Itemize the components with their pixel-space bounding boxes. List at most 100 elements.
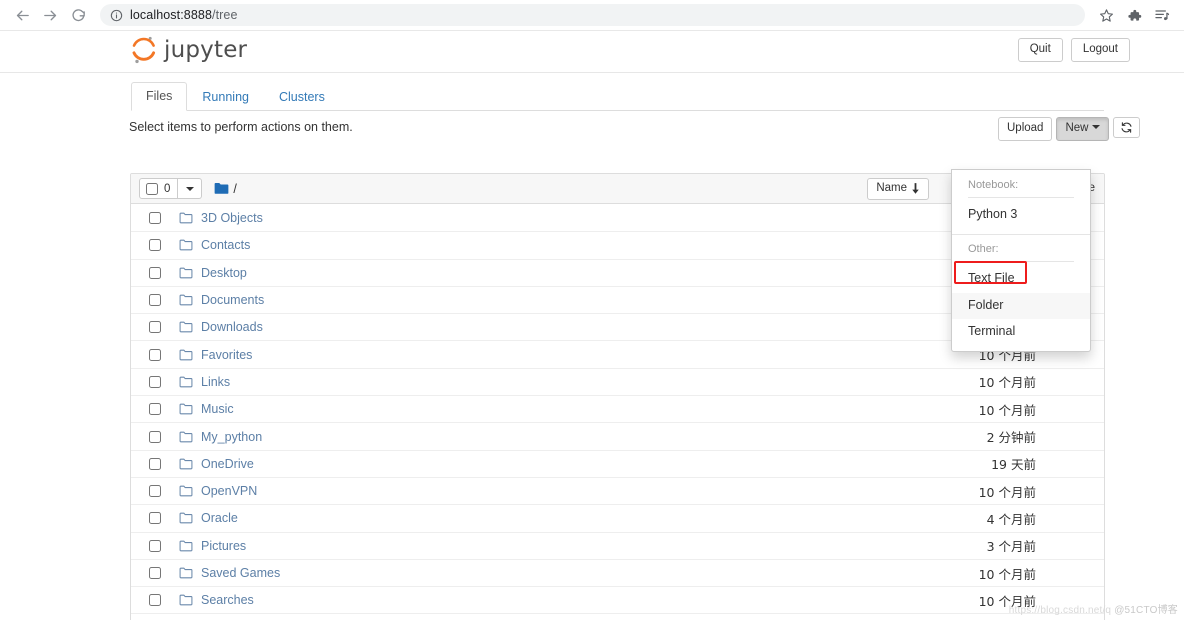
row-checkbox[interactable] [149, 239, 161, 252]
file-modified-time: 10 个月前 [978, 402, 1036, 418]
tab-clusters[interactable]: Clusters [264, 83, 340, 111]
select-all-group: 0 [139, 178, 203, 199]
menu-item-terminal[interactable]: Terminal [952, 319, 1090, 346]
puzzle-piece-icon[interactable] [1121, 2, 1147, 28]
tab-files[interactable]: Files [131, 82, 188, 111]
row-checkbox[interactable] [149, 294, 161, 307]
address-bar[interactable]: localhost:8888/tree [100, 4, 1085, 26]
row-checkbox[interactable] [149, 321, 161, 334]
row-checkbox[interactable] [149, 539, 161, 552]
folder-icon [179, 567, 193, 579]
new-dropdown-button[interactable]: New [1056, 117, 1110, 141]
row-checkbox[interactable] [149, 594, 161, 607]
chevron-down-icon [185, 186, 194, 191]
forward-arrow-icon[interactable] [36, 1, 64, 29]
folder-icon [179, 403, 193, 415]
quit-button[interactable]: Quit [1017, 38, 1063, 62]
back-arrow-icon[interactable] [8, 1, 36, 29]
folder-icon [179, 239, 193, 251]
breadcrumb[interactable]: / [214, 182, 237, 196]
file-modified-time: 10 个月前 [978, 375, 1036, 391]
row-checkbox[interactable] [149, 567, 161, 579]
row-checkbox[interactable] [149, 485, 161, 498]
menu-item-python-3[interactable]: Python 3 [952, 202, 1090, 229]
folder-icon [179, 212, 193, 224]
file-name-link[interactable]: Documents [201, 293, 264, 307]
file-name-link[interactable]: Desktop [201, 266, 247, 280]
new-dropdown-menu: Notebook: Python 3 Other: Text File Fold… [951, 169, 1091, 353]
file-name-link[interactable]: 3D Objects [201, 211, 263, 225]
folder-icon [214, 182, 229, 195]
reload-icon[interactable] [64, 1, 92, 29]
url-text: localhost:8888/tree [130, 8, 238, 22]
select-all-checkbox-wrap[interactable]: 0 [139, 178, 179, 199]
file-toolbar: Upload New [998, 117, 1141, 141]
file-name-link[interactable]: Saved Games [201, 566, 280, 580]
file-name-link[interactable]: Links [201, 375, 230, 389]
file-name-link[interactable]: OneDrive [201, 457, 254, 471]
file-name-link[interactable]: Searches [201, 593, 254, 607]
sort-label: Name [876, 182, 907, 194]
table-row: OpenVPN 10 个月前 [131, 476, 1104, 504]
browser-toolbar: localhost:8888/tree [0, 0, 1184, 31]
jupyter-header: jupyter Quit Logout [0, 31, 1184, 73]
refresh-icon [1121, 122, 1132, 133]
menu-header-other: Other: [968, 242, 999, 255]
table-row: Searches 10 个月前 [131, 586, 1104, 613]
row-checkbox[interactable] [149, 375, 161, 388]
select-menu-button[interactable] [178, 178, 203, 199]
row-checkbox[interactable] [149, 266, 161, 279]
folder-icon [179, 267, 193, 279]
file-modified-time: 2 分钟前 [986, 430, 1036, 446]
file-name-link[interactable]: My_python [201, 430, 262, 444]
reading-list-icon[interactable] [1149, 2, 1175, 28]
folder-icon [179, 294, 193, 306]
file-name-link[interactable]: Favorites [201, 348, 252, 362]
star-icon[interactable] [1093, 2, 1119, 28]
row-checkbox[interactable] [149, 403, 161, 416]
breadcrumb-root[interactable]: / [233, 182, 236, 196]
file-name-link[interactable]: OpenVPN [201, 484, 257, 498]
row-checkbox[interactable] [149, 348, 161, 361]
table-row: Oracle 4 个月前 [131, 504, 1104, 531]
file-name-link[interactable]: Music [201, 402, 234, 416]
refresh-button[interactable] [1113, 117, 1141, 138]
table-row: Pictures 3 个月前 [131, 531, 1104, 559]
header-button-group: Quit Logout [1017, 38, 1130, 62]
row-checkbox[interactable] [149, 430, 161, 443]
select-all-checkbox[interactable] [146, 182, 158, 195]
site-info-icon[interactable] [110, 9, 123, 22]
row-checkbox[interactable] [149, 211, 161, 224]
row-checkbox[interactable] [149, 457, 161, 470]
watermark-url: https://blog.csdn.net/q [1008, 605, 1112, 616]
jupyter-logo-icon [132, 36, 156, 64]
menu-item-folder[interactable]: Folder [952, 292, 1090, 320]
folder-icon [179, 321, 193, 333]
jupyter-tree-page: jupyter Quit Logout Files Running Cluste… [0, 31, 1184, 620]
folder-icon [179, 458, 193, 470]
upload-button[interactable]: Upload [998, 117, 1053, 141]
file-modified-time: 19 天前 [991, 457, 1036, 473]
file-name-link[interactable]: Downloads [201, 320, 263, 334]
jupyter-logo-text: jupyter [164, 37, 248, 63]
watermark-site: @51CTO博客 [1114, 605, 1178, 616]
menu-divider [952, 233, 1090, 235]
jupyter-logo[interactable]: jupyter [131, 35, 247, 65]
tab-strip: Files Running Clusters [131, 82, 1104, 111]
folder-icon [179, 376, 193, 388]
row-checkbox[interactable] [149, 512, 161, 525]
menu-divider [968, 261, 1074, 263]
sort-by-name-button[interactable]: Name [867, 178, 929, 200]
sort-down-arrow-icon [912, 182, 919, 194]
logout-button[interactable]: Logout [1070, 38, 1130, 62]
table-row: Saved Games 10 个月前 [131, 558, 1104, 586]
chevron-down-icon [1092, 125, 1101, 129]
menu-header-notebook: Notebook: [968, 179, 1019, 191]
file-name-link[interactable]: Oracle [201, 511, 238, 525]
file-name-link[interactable]: Pictures [201, 539, 246, 553]
table-row: My_python 2 分钟前 [131, 422, 1104, 449]
file-name-link[interactable]: Contacts [201, 238, 250, 252]
tab-running[interactable]: Running [187, 83, 264, 111]
menu-item-text-file[interactable]: Text File [952, 266, 1090, 293]
table-row: Videos10 个月前 [131, 613, 1104, 620]
